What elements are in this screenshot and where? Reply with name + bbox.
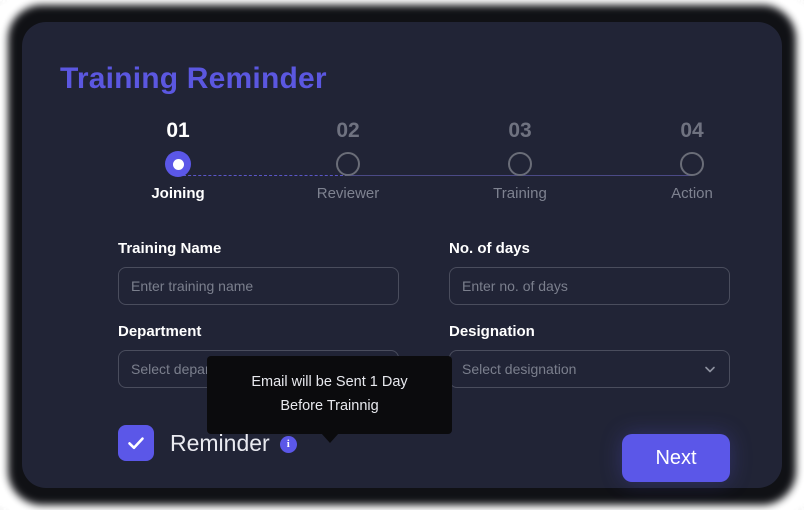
training-reminder-card: Training Reminder 01 Joining 02 Reviewer… xyxy=(22,22,782,488)
stepper-step-action[interactable]: 04 Action xyxy=(632,118,752,204)
stepper-step-number: 04 xyxy=(680,119,704,142)
stepper-step-number: 01 xyxy=(166,119,190,142)
stepper-step-training[interactable]: 03 Training xyxy=(460,118,580,204)
tooltip-line-1: Email will be Sent 1 Day xyxy=(251,374,408,390)
stepper-inactive-ring xyxy=(336,152,360,176)
stepper-step-label: Joining xyxy=(151,185,205,202)
reminder-checkbox[interactable] xyxy=(118,425,154,461)
stepper-step-joining[interactable]: 01 Joining xyxy=(118,118,238,204)
tooltip-arrow xyxy=(320,433,339,443)
check-icon xyxy=(128,437,144,450)
info-icon[interactable]: i xyxy=(279,435,297,453)
reminder-tooltip: Email will be Sent 1 Day Before Trainnig xyxy=(207,356,452,443)
form-row-1: Training Name No. of days xyxy=(118,240,730,305)
department-label: Department xyxy=(118,323,202,340)
stepper-active-dot-inner xyxy=(172,158,184,170)
no-of-days-label: No. of days xyxy=(449,240,530,257)
no-of-days-control[interactable] xyxy=(449,267,730,305)
training-name-control[interactable] xyxy=(118,267,399,305)
training-name-label: Training Name xyxy=(118,240,222,257)
designation-select[interactable]: Select designation xyxy=(449,350,730,388)
screen: Training Reminder 01 Joining 02 Reviewer… xyxy=(0,0,804,510)
no-of-days-input[interactable] xyxy=(462,278,717,294)
stepper-inactive-ring xyxy=(508,152,532,176)
stepper-step-marker xyxy=(460,144,580,184)
stepper-step-marker xyxy=(118,144,238,184)
designation-select-value: Select designation xyxy=(462,361,577,377)
stepper-inactive-ring xyxy=(680,152,704,176)
stepper-step-label: Training xyxy=(493,185,547,202)
stepper-step-label: Reviewer xyxy=(316,185,380,202)
designation-label: Designation xyxy=(449,323,535,340)
chevron-down-icon xyxy=(703,362,717,376)
stepper: 01 Joining 02 Reviewer 03 Training 04 Ac… xyxy=(118,118,713,220)
stepper-step-label: Action xyxy=(671,185,713,202)
stepper-step-number: 02 xyxy=(336,119,360,142)
stepper-step-reviewer[interactable]: 02 Reviewer xyxy=(288,118,408,204)
field-designation: Designation Select designation xyxy=(449,323,730,388)
page-title: Training Reminder xyxy=(60,62,327,95)
tooltip-line-2: Before Trainnig xyxy=(280,398,379,414)
stepper-step-number: 03 xyxy=(508,119,532,142)
field-no-of-days: No. of days xyxy=(449,240,730,305)
stepper-step-marker xyxy=(288,144,408,184)
stepper-step-marker xyxy=(632,144,752,184)
stepper-active-dot xyxy=(165,151,191,177)
training-name-input[interactable] xyxy=(131,278,386,294)
next-button[interactable]: Next xyxy=(622,434,730,482)
field-training-name: Training Name xyxy=(118,240,399,305)
